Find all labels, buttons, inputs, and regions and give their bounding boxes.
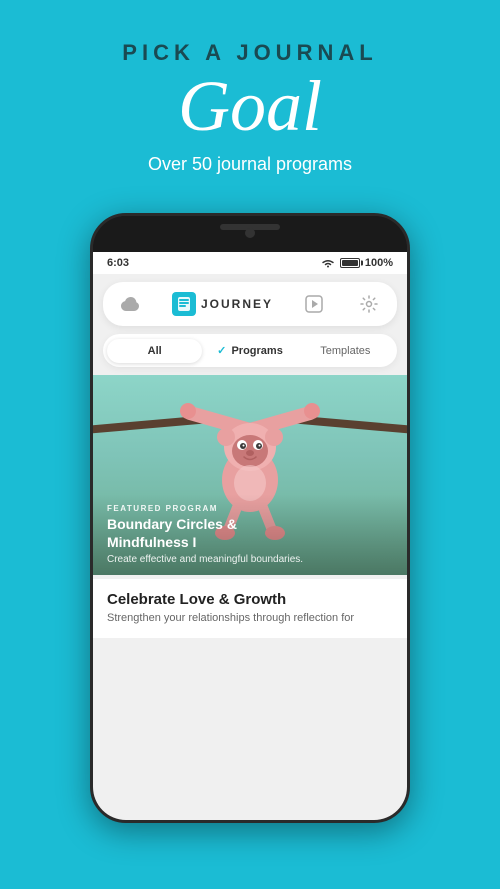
featured-badge: FEATURED PROGRAM [107,504,393,513]
app-header-bar: JOURNEY [103,282,397,326]
goal-text: Goal [0,70,500,142]
check-icon: ✓ [217,345,229,357]
status-bar: 6:03 100% [93,252,407,274]
app-logo: JOURNEY [172,292,273,316]
featured-title: Boundary Circles &Mindfulness I [107,515,393,551]
pick-a-journal-text: PICK A JOURNAL [0,40,500,66]
time-display: 6:03 [107,257,129,269]
cloud-button[interactable] [117,290,145,318]
phone-camera [245,228,255,238]
status-icons: 100% [321,257,393,269]
battery-fill [342,260,358,266]
journey-logo-text: JOURNEY [201,297,273,311]
tab-all[interactable]: All [107,339,202,363]
phone-top-bar [93,216,407,252]
tab-programs[interactable]: ✓ Programs [202,338,297,363]
phone-outer: 6:03 100% [90,213,410,823]
bottom-card-description: Strengthen your relationships through re… [107,611,393,626]
header-section: PICK A JOURNAL Goal Over 50 journal prog… [0,0,500,195]
featured-card[interactable]: FEATURED PROGRAM Boundary Circles &Mindf… [93,375,407,575]
wifi-icon [321,258,335,268]
bottom-card[interactable]: Celebrate Love & Growth Strengthen your … [93,579,407,638]
battery-icon [340,258,360,268]
featured-overlay: FEATURED PROGRAM Boundary Circles &Mindf… [93,494,407,575]
journey-app-icon [172,292,196,316]
bottom-card-title: Celebrate Love & Growth [107,591,393,608]
featured-description: Create effective and meaningful boundari… [107,554,393,565]
phone-mockup: 6:03 100% [90,213,410,889]
filter-tabs: All ✓ Programs Templates [103,334,397,367]
phone-screen: 6:03 100% [93,252,407,820]
play-button[interactable] [300,290,328,318]
battery-pct: 100% [365,257,393,269]
power-button [407,336,410,386]
subtitle-text: Over 50 journal programs [0,154,500,175]
settings-button[interactable] [355,290,383,318]
tab-templates[interactable]: Templates [298,339,393,363]
